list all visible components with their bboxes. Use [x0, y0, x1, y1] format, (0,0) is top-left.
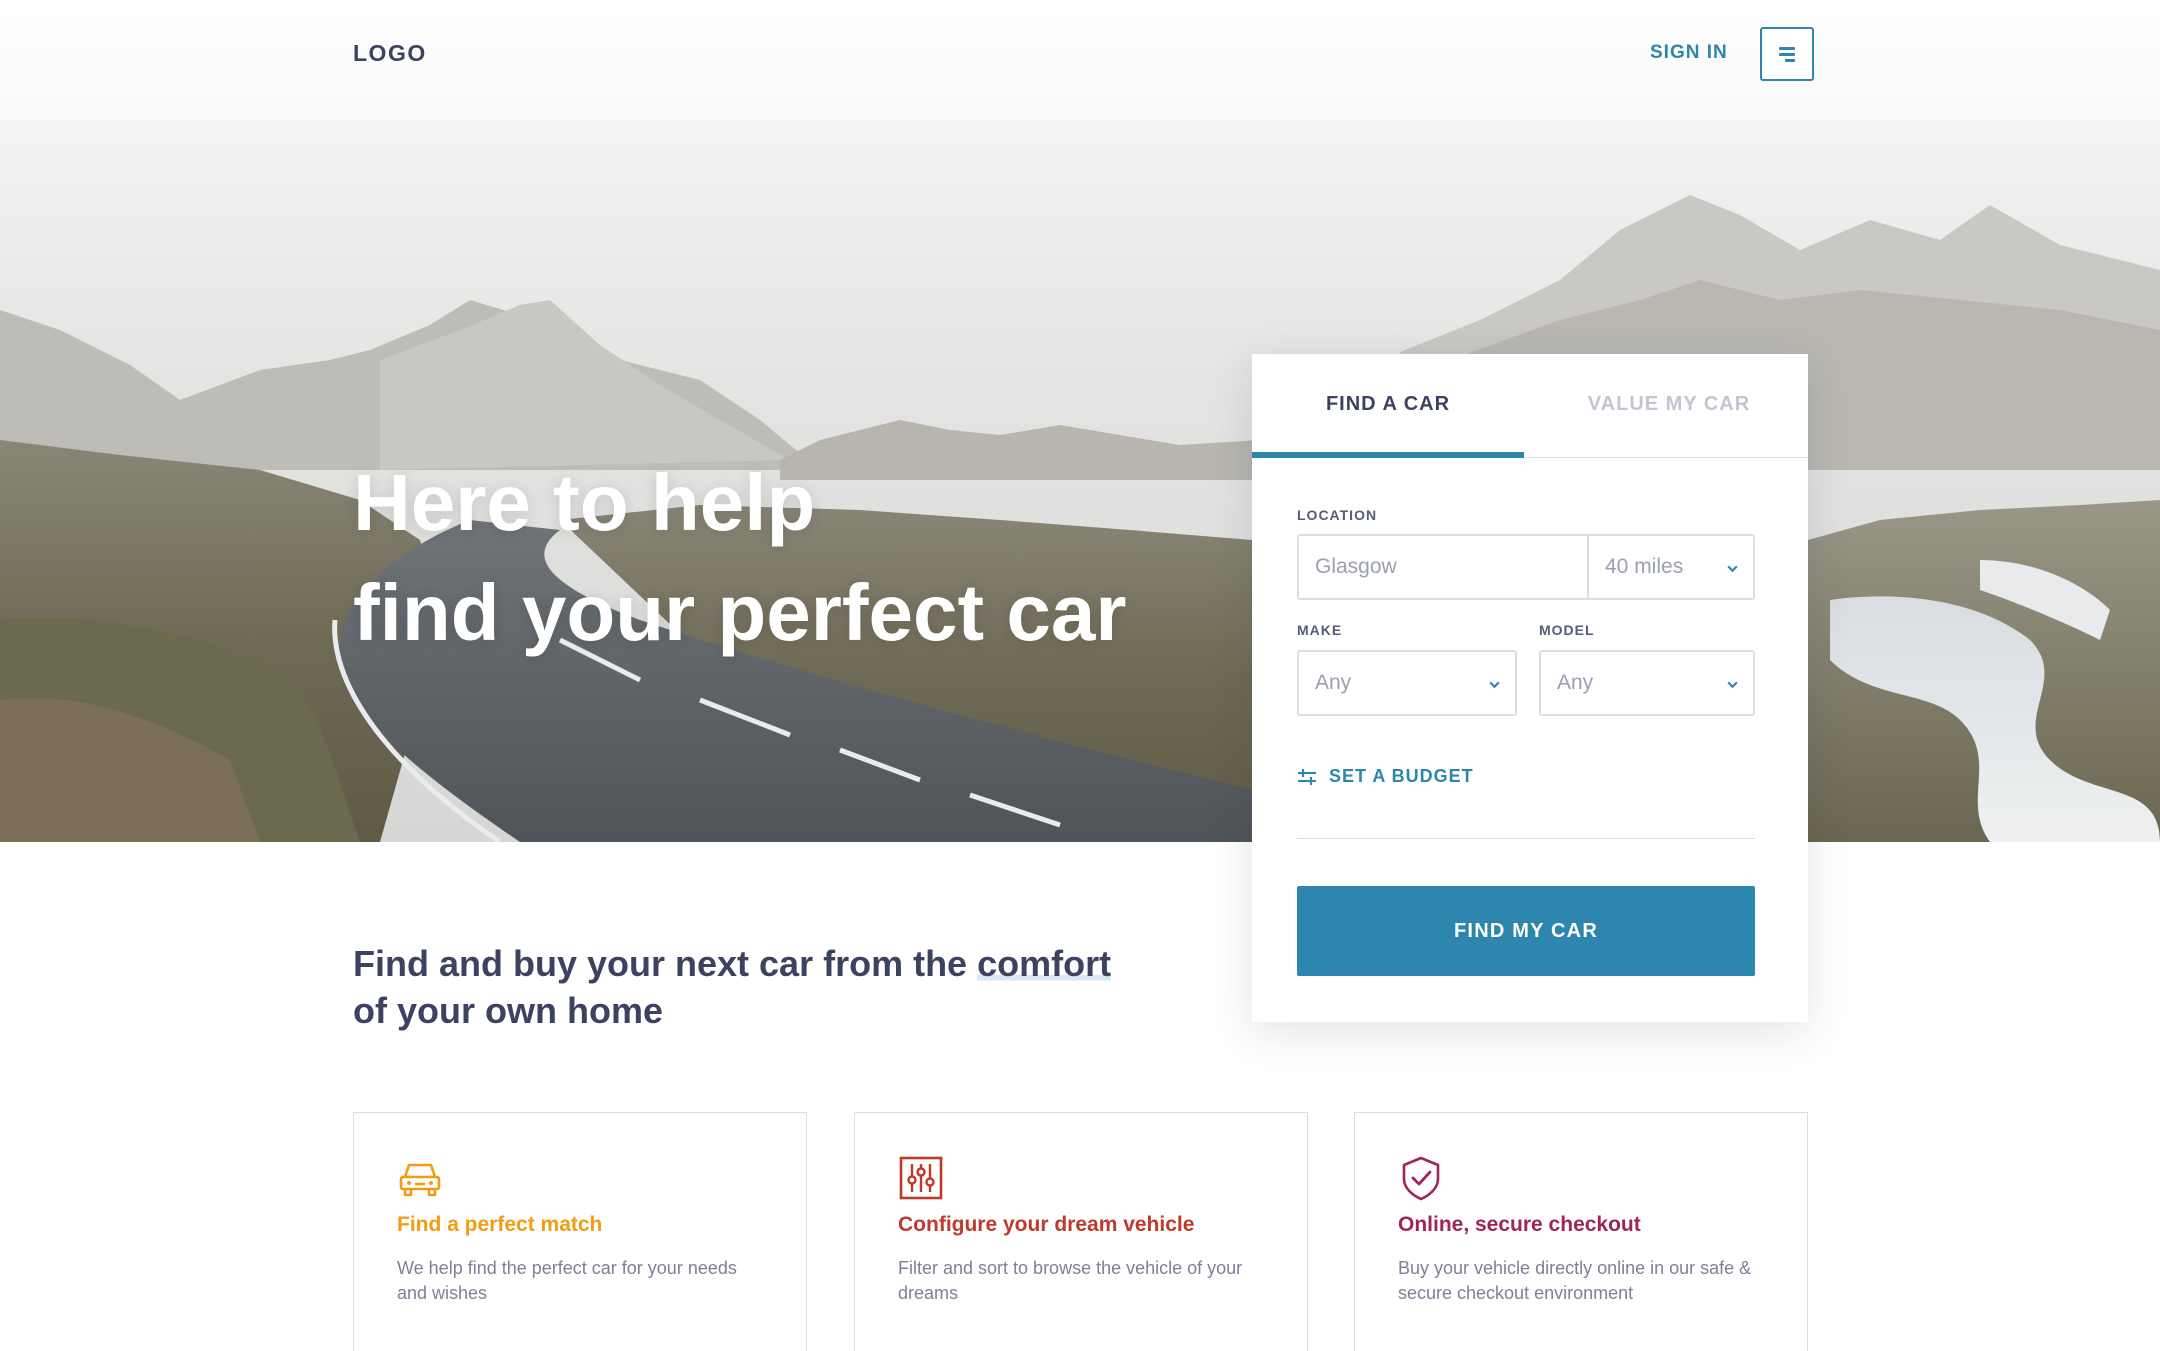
feature-text: Buy your vehicle directly online in our …	[1398, 1258, 1752, 1303]
car-icon	[399, 1163, 441, 1197]
hero-section	[0, 0, 2160, 842]
model-select[interactable]: Any	[1539, 650, 1755, 716]
location-label: LOCATION	[1297, 507, 1378, 523]
radius-select[interactable]: 40 miles	[1587, 534, 1755, 600]
sign-in-link[interactable]: SIGN IN	[1650, 42, 1728, 64]
headline-line-1: Here to help	[353, 458, 816, 547]
feature-card-secure-checkout: Online, secure checkout Buy your vehicle…	[1354, 1112, 1808, 1351]
chevron-down-icon	[1727, 681, 1738, 689]
make-label: MAKE	[1297, 622, 1343, 638]
feature-card-configure: Configure your dream vehicle Filter and …	[854, 1112, 1308, 1351]
headline-suffix: car	[984, 568, 1127, 657]
search-tabs: FIND A CAR VALUE MY CAR	[1252, 354, 1808, 458]
feature-text: We help find the perfect car for your ne…	[397, 1258, 737, 1303]
tagline-part-1: Find and buy your next car from the	[353, 943, 978, 984]
menu-icon	[1779, 47, 1795, 50]
card-divider	[1297, 838, 1755, 839]
shield-check-icon	[1402, 1156, 1440, 1201]
model-value: Any	[1557, 671, 1594, 694]
menu-icon	[1785, 59, 1795, 62]
hero-headline: Here to help find your perfect car	[353, 448, 1127, 668]
tagline-highlight: comfort	[977, 943, 1112, 984]
tab-value-my-car[interactable]: VALUE MY CAR	[1530, 354, 1808, 458]
feature-text: Filter and sort to browse the vehicle of…	[898, 1258, 1243, 1303]
tagline-part-2: of your own home	[353, 990, 663, 1031]
tab-find-a-car[interactable]: FIND A CAR	[1252, 354, 1524, 458]
budget-sliders-icon	[1298, 769, 1316, 785]
make-value: Any	[1315, 671, 1352, 694]
chevron-down-icon	[1727, 565, 1738, 573]
menu-icon	[1779, 53, 1795, 56]
radius-value: 40 miles	[1605, 555, 1684, 578]
headline-prefix: find your	[353, 568, 718, 657]
headline-line-2: find your perfect car	[353, 558, 1127, 668]
tagline: Find and buy your next car from the comf…	[353, 940, 1113, 1034]
site-logo[interactable]: LOGO	[353, 40, 427, 67]
make-select[interactable]: Any	[1297, 650, 1517, 716]
chevron-down-icon	[1489, 681, 1500, 689]
feature-title: Online, secure checkout	[1398, 1213, 1641, 1236]
menu-button[interactable]	[1760, 27, 1814, 81]
location-input[interactable]: Glasgow	[1297, 534, 1589, 600]
model-label: MODEL	[1539, 622, 1595, 638]
site-header: LOGO SIGN IN	[0, 0, 2160, 110]
find-my-car-button[interactable]: FIND MY CAR	[1297, 886, 1755, 976]
sliders-icon	[899, 1156, 943, 1200]
feature-card-perfect-match: Find a perfect match We help find the pe…	[353, 1112, 807, 1351]
headline-emphasis: perfect	[717, 568, 985, 657]
feature-title: Find a perfect match	[397, 1213, 603, 1236]
set-budget-link[interactable]: SET A BUDGET	[1329, 766, 1474, 787]
search-card: FIND A CAR VALUE MY CAR LOCATION Glasgow…	[1252, 354, 1808, 1022]
feature-title: Configure your dream vehicle	[898, 1213, 1195, 1236]
hero-landscape-image	[0, 0, 2160, 842]
